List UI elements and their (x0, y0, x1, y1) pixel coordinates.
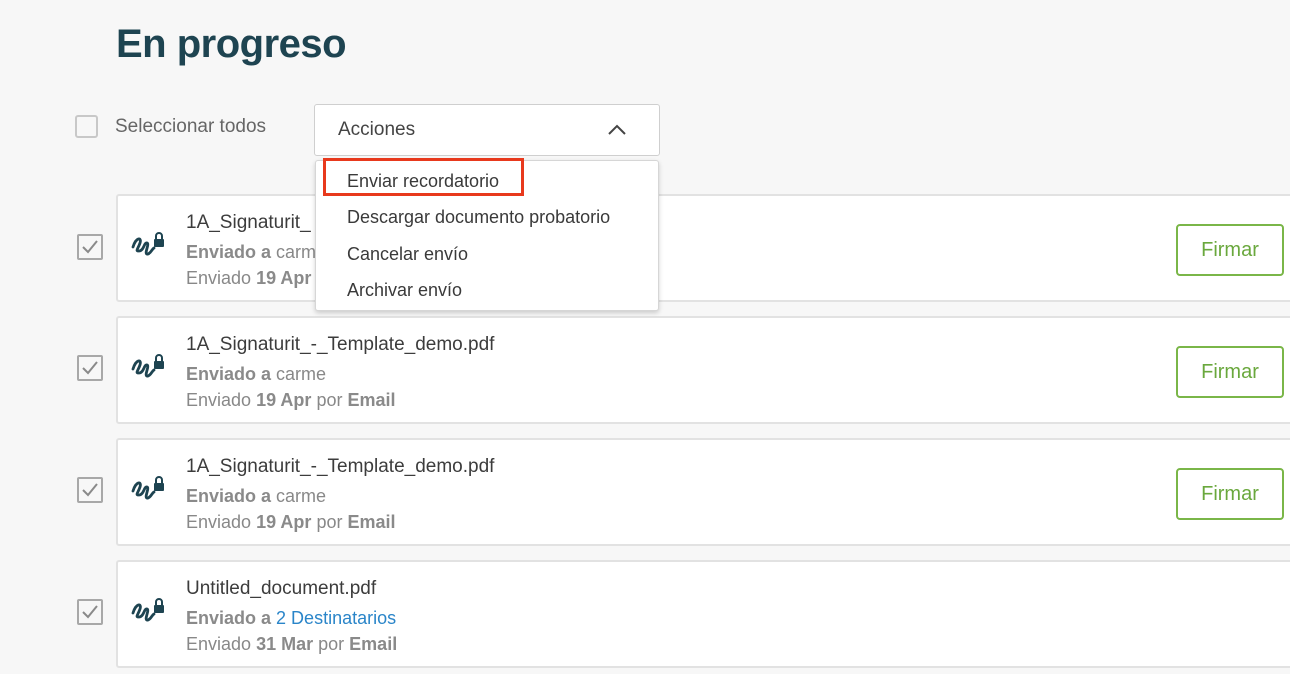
recipient: carm (276, 242, 317, 262)
menu-item-label: Archivar envío (347, 280, 463, 300)
menu-item-send-reminder[interactable]: Enviar recordatorio (347, 171, 499, 192)
signature-lock-icon (131, 232, 164, 256)
actions-label: Acciones (338, 119, 416, 140)
document-recipient-line: Enviado a 2 Destinatarios (186, 608, 396, 629)
row-checkbox[interactable] (77, 477, 103, 503)
document-row[interactable]: Untitled_document.pdf Enviado a 2 Destin… (116, 560, 1290, 668)
menu-item-label: Enviar recordatorio (347, 171, 500, 191)
menu-item-label: Descargar documento probatorio (347, 207, 611, 227)
select-all-checkbox[interactable] (75, 115, 98, 138)
checkmark-icon (82, 361, 98, 375)
select-all[interactable]: Seleccionar todos (75, 115, 266, 138)
document-recipient-line: Enviado a carm (186, 242, 316, 263)
signature-lock-icon (131, 476, 164, 500)
send-method: Email (347, 512, 396, 532)
checkmark-icon (82, 605, 98, 619)
signature-lock-icon (131, 354, 164, 378)
send-method: Email (347, 390, 396, 410)
sent-date: 19 Apr (256, 512, 312, 532)
sent-date: 19 Apr (256, 390, 312, 410)
recipient: carme (276, 486, 327, 506)
row-checkbox[interactable] (77, 599, 103, 625)
sign-button[interactable]: Firmar (1176, 224, 1284, 276)
sent-label: Enviado (186, 268, 252, 288)
document-row[interactable]: 1A_Signaturit_-_Template_demo.pdf Enviad… (116, 316, 1290, 424)
document-date-line: Enviado 19 Apr por Email (186, 390, 396, 411)
document-date-line: Enviado 19 Apr por Email (186, 512, 396, 533)
sent-to-label: Enviado a (186, 242, 272, 262)
checkbox-checked[interactable] (77, 355, 103, 381)
document-name: 1A_Signaturit_-_Template_demo.pdf (186, 334, 495, 355)
select-all-label: Seleccionar todos (115, 115, 267, 137)
checkbox-checked[interactable] (77, 234, 103, 260)
page: En progreso Seleccionar todos Acciones 1… (0, 0, 1290, 674)
checkmark-icon (82, 483, 98, 497)
document-recipient-line: Enviado a carme (186, 486, 326, 507)
actions-menu: Enviar recordatorio Descargar documento … (315, 158, 659, 311)
document-row[interactable]: 1A_Signaturit_ Enviado a carm Enviado 19… (116, 194, 1290, 302)
sent-to-label: Enviado a (186, 608, 272, 628)
document-name: 1A_Signaturit_-_Template_demo.pdf (186, 456, 495, 477)
menu-item-cancel-send[interactable]: Cancelar envío (347, 244, 468, 265)
sign-button[interactable]: Firmar (1176, 468, 1284, 520)
document-date-line: Enviado 31 Mar por Email (186, 634, 397, 655)
send-method: Email (349, 634, 398, 654)
document-date-line: Enviado 19 Apr (186, 268, 311, 289)
page-title: En progreso (116, 22, 347, 66)
recipients-link[interactable]: 2 Destinatarios (276, 608, 396, 628)
document-recipient-line: Enviado a carme (186, 364, 326, 385)
document-name: Untitled_document.pdf (186, 578, 377, 599)
checkmark-icon (82, 240, 98, 254)
method-label: por (318, 634, 345, 654)
chevron-up-icon (608, 124, 626, 135)
checkbox-checked[interactable] (77, 599, 103, 625)
method-label: por (316, 390, 343, 410)
sent-label: Enviado (186, 390, 252, 410)
method-label: por (316, 512, 343, 532)
sent-to-label: Enviado a (186, 364, 272, 384)
sent-label: Enviado (186, 634, 252, 654)
sent-date: 31 Mar (256, 634, 314, 654)
menu-item-download-evidence[interactable]: Descargar documento probatorio (347, 207, 610, 228)
document-name: 1A_Signaturit_ (186, 212, 311, 233)
menu-item-label: Cancelar envío (347, 244, 469, 264)
sent-date: 19 Apr (256, 268, 312, 288)
actions-dropdown[interactable]: Acciones (314, 104, 660, 156)
checkbox-checked[interactable] (77, 477, 103, 503)
sent-label: Enviado (186, 512, 252, 532)
row-checkbox[interactable] (77, 355, 103, 381)
recipient: carme (276, 364, 327, 384)
sign-button[interactable]: Firmar (1176, 346, 1284, 398)
signature-lock-icon (131, 598, 164, 622)
row-checkbox[interactable] (77, 234, 103, 260)
document-row[interactable]: 1A_Signaturit_-_Template_demo.pdf Enviad… (116, 438, 1290, 546)
menu-item-archive-send[interactable]: Archivar envío (347, 280, 462, 301)
sent-to-label: Enviado a (186, 486, 272, 506)
